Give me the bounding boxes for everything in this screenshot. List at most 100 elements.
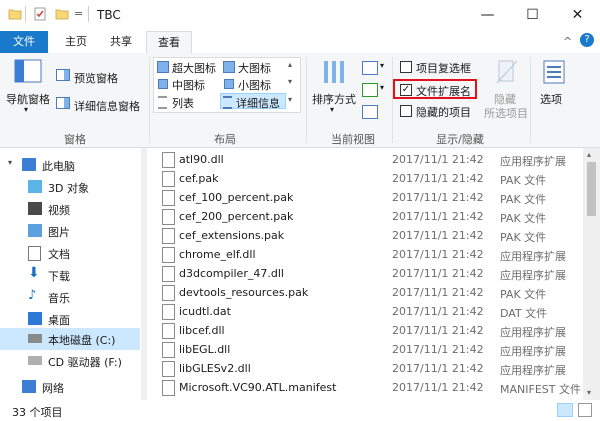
file-row[interactable]: cef.pak 2017/11/1 21:42 PAK 文件	[155, 169, 583, 188]
tab-file[interactable]: 文件	[0, 31, 48, 53]
item-checkboxes-checkbox[interactable]	[400, 61, 412, 73]
file-row[interactable]: icudtl.dat 2017/11/1 21:42 DAT 文件	[155, 302, 583, 321]
tab-home[interactable]: 主页	[55, 31, 97, 53]
nav-item-videos[interactable]: 视频	[0, 198, 140, 220]
file-row[interactable]: libGLESv2.dll 2017/11/1 21:42 应用程序扩展	[155, 359, 583, 378]
file-date: 2017/11/1 21:42	[392, 191, 484, 204]
nav-item-network[interactable]: 网络	[0, 376, 140, 398]
file-name: libGLESv2.dll	[179, 362, 251, 375]
gallery-scroll-up-icon[interactable]: ▴	[288, 60, 292, 69]
large-icons-view-icon[interactable]	[578, 403, 592, 417]
close-button[interactable]: ✕	[555, 0, 600, 31]
nav-item-desktop[interactable]: 桌面	[0, 308, 140, 330]
tab-view[interactable]: 查看	[146, 31, 192, 54]
layout-medium[interactable]: 中图标	[156, 76, 220, 92]
layout-extra-large[interactable]: 超大图标	[156, 59, 220, 75]
nav-scrollbar[interactable]	[141, 148, 147, 400]
add-columns-icon[interactable]	[362, 83, 378, 97]
nav-label: 桌面	[48, 314, 70, 327]
file-row[interactable]: Microsoft.VC90.ATL.manifest 2017/11/1 21…	[155, 378, 583, 400]
file-date: 2017/11/1 21:42	[392, 305, 484, 318]
file-date: 2017/11/1 21:42	[392, 267, 484, 280]
file-row[interactable]: libcef.dll 2017/11/1 21:42 应用程序扩展	[155, 321, 583, 340]
pak-file-icon	[162, 209, 175, 225]
scroll-up-icon[interactable]: ▴	[587, 150, 591, 159]
nav-item-cd-drive-f[interactable]: CD 驱动器 (F:)	[0, 350, 140, 372]
dll-file-icon	[162, 342, 175, 358]
details-pane-button[interactable]: 详细信息窗格	[54, 95, 150, 113]
nav-item-music[interactable]: ♪ 音乐	[0, 286, 140, 308]
hidden-items-checkbox[interactable]	[400, 105, 412, 117]
sort-by-button[interactable]: 排序方式 ▾	[310, 55, 358, 127]
properties-icon[interactable]	[33, 7, 47, 21]
file-type: PAK 文件	[500, 174, 547, 187]
file-date: 2017/11/1 21:42	[392, 362, 484, 375]
options-button[interactable]: 选项	[534, 55, 574, 127]
ribbon-tab-bar: 文件 主页 共享 查看 ^ ?	[0, 31, 600, 54]
layout-list-label: 列表	[172, 97, 194, 110]
layout-list[interactable]: 列表	[156, 93, 220, 110]
file-extensions-checkbox[interactable]: ✓	[400, 84, 412, 96]
gallery-scroll-down-icon[interactable]: ▾	[288, 77, 292, 86]
dll-file-icon	[162, 152, 175, 168]
nav-item-documents[interactable]: 文档	[0, 242, 140, 264]
nav-label: 音乐	[48, 292, 70, 305]
file-type: 应用程序扩展	[500, 345, 566, 358]
layout-small[interactable]: 小图标	[222, 76, 284, 92]
layout-large[interactable]: 大图标	[222, 59, 284, 75]
scroll-down-icon[interactable]: ▾	[587, 388, 591, 397]
details-pane-label: 详细信息窗格	[74, 100, 140, 113]
preview-pane-button[interactable]: 预览窗格	[54, 67, 150, 85]
ribbon-collapse-icon[interactable]: ^	[563, 35, 572, 48]
nav-item-3d-objects[interactable]: 3D 对象	[0, 176, 140, 198]
layout-extra-large-label: 超大图标	[172, 62, 216, 75]
layout-large-label: 大图标	[238, 62, 271, 75]
group-by-icon[interactable]	[362, 61, 378, 75]
file-date: 2017/11/1 21:42	[392, 229, 484, 242]
file-row[interactable]: atl90.dll 2017/11/1 21:42 应用程序扩展	[155, 150, 583, 169]
nav-pane-button[interactable]: 导航窗格 ▾	[6, 55, 50, 127]
title-separator	[88, 6, 89, 22]
file-extensions-toggle[interactable]: ✓ 文件扩展名	[393, 79, 477, 99]
nav-item-downloads[interactable]: ⬇ 下载	[0, 264, 140, 286]
qa-customize-icon[interactable]: =	[74, 7, 83, 20]
file-type: MANIFEST 文件	[500, 383, 581, 396]
file-list-scrollbar[interactable]: ▴ ▾	[583, 148, 600, 400]
tab-share[interactable]: 共享	[100, 31, 142, 53]
layout-small-label: 小图标	[238, 79, 271, 92]
details-view-icon[interactable]	[557, 403, 573, 417]
size-columns-icon[interactable]	[362, 105, 378, 119]
file-row[interactable]: cef_100_percent.pak 2017/11/1 21:42 PAK …	[155, 188, 583, 207]
gallery-expand-icon[interactable]: ▾	[288, 95, 292, 104]
item-checkboxes-label: 项目复选框	[416, 62, 471, 75]
help-icon[interactable]: ?	[580, 33, 594, 47]
nav-item-this-pc[interactable]: ▾ 此电脑	[0, 154, 140, 176]
scroll-thumb[interactable]	[587, 162, 596, 216]
file-row[interactable]: chrome_elf.dll 2017/11/1 21:42 应用程序扩展	[155, 245, 583, 264]
panes-group-label: 窗格	[64, 133, 86, 146]
nav-item-local-disk-c[interactable]: 本地磁盘 (C:)	[0, 328, 140, 350]
file-row[interactable]: d3dcompiler_47.dll 2017/11/1 21:42 应用程序扩…	[155, 264, 583, 283]
computer-icon	[22, 158, 36, 171]
download-icon: ⬇	[28, 265, 40, 281]
nav-label: 文档	[48, 248, 70, 261]
hidden-items-toggle[interactable]: 隐藏的项目	[398, 103, 494, 119]
file-row[interactable]: libEGL.dll 2017/11/1 21:42 应用程序扩展	[155, 340, 583, 359]
layout-gallery: 超大图标 大图标 中图标 小图标 列表 详细信息 ▴ ▾ ▾	[153, 57, 301, 113]
layout-details[interactable]: 详细信息	[220, 93, 286, 110]
file-row[interactable]: devtools_resources.pak 2017/11/1 21:42 P…	[155, 283, 583, 302]
pak-file-icon	[162, 285, 175, 301]
dat-file-icon	[162, 304, 175, 320]
new-folder-icon[interactable]	[55, 7, 69, 21]
maximize-button[interactable]: ☐	[510, 0, 555, 31]
nav-item-pictures[interactable]: 图片	[0, 220, 140, 242]
item-checkboxes-toggle[interactable]: 项目复选框	[398, 59, 494, 75]
chevron-down-icon[interactable]: ▾	[380, 61, 384, 70]
file-row[interactable]: cef_200_percent.pak 2017/11/1 21:42 PAK …	[155, 207, 583, 226]
chevron-down-icon[interactable]: ▾	[380, 83, 384, 92]
chevron-down-icon[interactable]: ▾	[8, 158, 12, 167]
hide-selected-button[interactable]: 隐藏 所选项目	[484, 55, 530, 127]
file-row[interactable]: cef_extensions.pak 2017/11/1 21:42 PAK 文…	[155, 226, 583, 245]
minimize-button[interactable]: —	[465, 0, 510, 31]
nav-label: 此电脑	[42, 160, 75, 173]
